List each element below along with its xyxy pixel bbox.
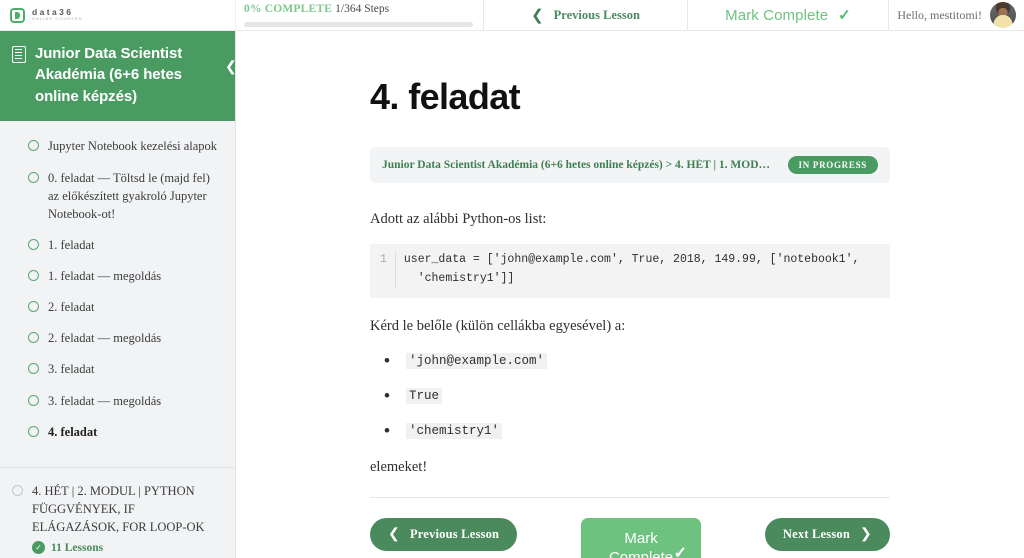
topbar-previous-lesson-button[interactable]: ❮ Previous Lesson xyxy=(484,0,688,30)
book-icon xyxy=(12,46,26,63)
chevron-left-icon: ❮ xyxy=(225,57,236,74)
check-icon: ✓ xyxy=(673,545,688,558)
sidebar-lesson-item[interactable]: 4. feladat — megoldás xyxy=(0,447,235,454)
lesson-navigation: ❮ Previous Lesson Mark Complete ✓ Back t… xyxy=(370,518,890,558)
breadcrumb-link[interactable]: Junior Data Scientist Akadémia (6+6 hete… xyxy=(382,159,778,171)
sidebar-lesson-item[interactable]: 1. feladat — megoldás xyxy=(0,261,235,292)
sidebar-lesson-label: 4. feladat xyxy=(48,424,98,439)
next-lesson-label: Next Lesson xyxy=(782,527,851,542)
intro-paragraph: Adott az alábbi Python-os list: xyxy=(370,210,547,227)
circle-outline-icon xyxy=(28,425,39,437)
check-circle-icon: ✓ xyxy=(32,541,45,554)
sidebar-module-lessons: ✓ 11 Lessons xyxy=(32,541,223,554)
page-title: 4. feladat xyxy=(370,76,521,117)
sidebar-lesson-item[interactable]: 3. feladat xyxy=(0,354,235,385)
sidebar-lesson-item[interactable]: 4. feladat xyxy=(0,416,235,447)
logo-text: data36 ONLINE COURSES xyxy=(32,8,82,22)
chevron-left-icon: ❮ xyxy=(531,7,544,24)
logo-tagline: ONLINE COURSES xyxy=(32,17,83,22)
sidebar-lesson-label: 3. feladat xyxy=(48,362,95,377)
status-badge: IN PROGRESS xyxy=(787,155,878,174)
circle-outline-icon xyxy=(28,171,39,183)
data36-logo-icon xyxy=(10,7,25,23)
sidebar-header: Junior Data Scientist Akadémia (6+6 hete… xyxy=(0,31,235,121)
sidebar-lesson-label: 3. feladat — megoldás xyxy=(48,393,162,408)
sidebar-module-label: 4. HÉT | 2. MODUL | PYTHON FÜGGVÉNYEK, I… xyxy=(32,483,205,534)
topbar-mark-complete-button[interactable]: Mark Complete ✓ xyxy=(688,0,889,30)
check-icon: ✓ xyxy=(838,7,851,24)
sidebar-module-section[interactable]: 4. HÉT | 2. MODUL | PYTHON FÜGGVÉNYEK, I… xyxy=(0,468,235,558)
previous-lesson-button[interactable]: ❮ Previous Lesson xyxy=(370,518,518,552)
next-lesson-button[interactable]: Next Lesson ❯ xyxy=(764,518,890,552)
circle-outline-icon xyxy=(28,270,39,282)
sidebar-lesson-label: 0. feladat — Töltsd le (majd fel) az elő… xyxy=(48,170,210,221)
code-block: 1 user_data = ['john@example.com', True,… xyxy=(370,244,890,298)
circle-outline-icon xyxy=(28,332,39,344)
sidebar-lesson-label: 4. feladat — megoldás xyxy=(48,454,161,455)
inline-code: 'john@example.com' xyxy=(406,353,548,370)
sidebar-lesson-label: 2. feladat xyxy=(48,300,95,315)
avatar[interactable] xyxy=(990,2,1016,28)
mark-complete-label-line1: Mark xyxy=(624,530,658,548)
sidebar-module-lessons-label: 11 Lessons xyxy=(51,541,104,554)
sidebar-course-title: Junior Data Scientist Akadémia (6+6 hete… xyxy=(35,45,183,105)
circle-outline-icon xyxy=(28,140,39,152)
circle-outline-icon xyxy=(28,301,39,313)
topbar-previous-lesson-label: Previous Lesson xyxy=(553,7,640,22)
progress-section: 0% COMPLETE 1/364 Steps xyxy=(236,0,484,30)
sidebar-lesson-list: Jupyter Notebook kezelési alapok 0. felad… xyxy=(0,121,235,455)
list-item: 'chemistry1' xyxy=(370,421,890,441)
sidebar-lesson-label: 1. feladat xyxy=(48,237,95,252)
topbar-mark-complete-label: Mark Complete xyxy=(725,6,829,24)
sidebar-lesson-item[interactable]: 0. feladat — Töltsd le (majd fel) az elő… xyxy=(0,162,235,229)
sidebar-lesson-item[interactable]: 1. feladat xyxy=(0,229,235,260)
progress-steps-label: 1/364 Steps xyxy=(335,3,390,16)
greeting-text: Hello, mestitomi! xyxy=(897,7,982,22)
list-item: 'john@example.com' xyxy=(370,351,890,371)
previous-lesson-label: Previous Lesson xyxy=(409,527,500,542)
requested-elements-list: 'john@example.com' True 'chemistry1' xyxy=(370,351,890,441)
inline-code: 'chemistry1' xyxy=(406,423,503,440)
page-body: Junior Data Scientist Akadémia (6+6 hete… xyxy=(0,31,1024,558)
chevron-left-icon: ❮ xyxy=(388,527,400,543)
top-bar: data36 ONLINE COURSES 0% COMPLETE 1/364 S… xyxy=(0,0,1024,31)
logo-name: data36 xyxy=(32,6,74,17)
circle-outline-icon xyxy=(28,238,39,250)
sidebar-collapse-button[interactable]: ❮ xyxy=(222,49,236,83)
course-lesson-page: data36 ONLINE COURSES 0% COMPLETE 1/364 S… xyxy=(0,0,1024,558)
mark-complete-group: Mark Complete ✓ Back to Module xyxy=(581,518,702,558)
lesson-content: 4. feladat Junior Data Scientist Akadémi… xyxy=(236,31,1024,558)
closing-paragraph: elemeket! xyxy=(370,459,428,476)
sidebar-lesson-label: Jupyter Notebook kezelési alapok xyxy=(48,139,218,154)
user-menu[interactable]: Hello, mestitomi! xyxy=(889,0,1024,30)
circle-outline-icon xyxy=(12,484,23,496)
content-divider xyxy=(370,497,890,499)
progress-percent-label: 0% COMPLETE xyxy=(244,3,333,16)
sidebar-lesson-item[interactable]: 2. feladat xyxy=(0,292,235,323)
inline-code: True xyxy=(406,388,443,405)
sidebar-lesson-item[interactable]: 2. feladat — megoldás xyxy=(0,323,235,354)
progress-bar xyxy=(244,21,473,27)
progress-labels: 0% COMPLETE 1/364 Steps xyxy=(244,3,473,16)
circle-outline-icon xyxy=(28,363,39,375)
code-text: user_data = ['john@example.com', True, 2… xyxy=(403,253,860,285)
sidebar-lesson-item[interactable]: 3. feladat — megoldás xyxy=(0,385,235,416)
mark-complete-button[interactable]: Mark Complete ✓ xyxy=(581,518,702,558)
course-sidebar: Junior Data Scientist Akadémia (6+6 hete… xyxy=(0,31,236,558)
mark-complete-label-line2: Complete xyxy=(608,549,674,558)
sidebar-lesson-item[interactable]: Jupyter Notebook kezelési alapok xyxy=(0,131,235,162)
circle-outline-icon xyxy=(28,394,39,406)
site-logo[interactable]: data36 ONLINE COURSES xyxy=(0,0,236,30)
instruction-paragraph: Kérd le belőle (külön cellákba egyesével… xyxy=(370,317,626,334)
sidebar-lesson-label: 2. feladat — megoldás xyxy=(48,331,162,346)
breadcrumb: Junior Data Scientist Akadémia (6+6 hete… xyxy=(370,146,890,183)
code-line-number: 1 xyxy=(380,251,396,289)
chevron-right-icon: ❯ xyxy=(860,527,872,543)
list-item: True xyxy=(370,386,890,406)
sidebar-lesson-label: 1. feladat — megoldás xyxy=(48,269,162,284)
